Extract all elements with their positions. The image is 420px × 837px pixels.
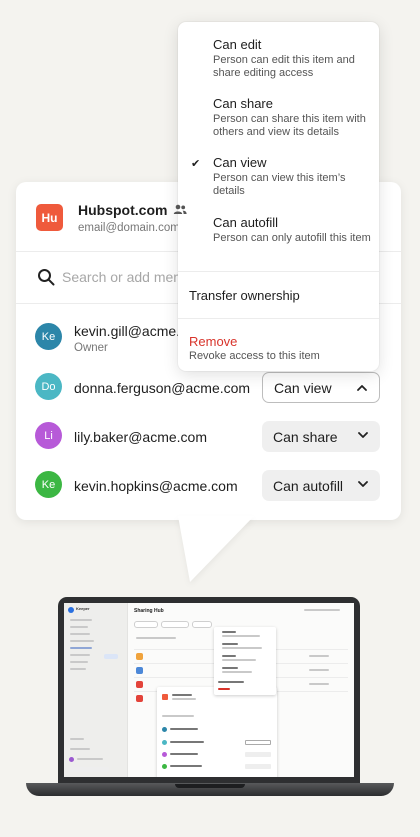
avatar: Ke [35,323,62,350]
app-brand: Keeper [76,606,90,611]
permission-menu: Can edit Person can edit this item and s… [178,22,379,371]
member-row: Ke kevin.hopkins@acme.com Can autofill [16,468,401,508]
option-description: Person can view this item’s details [213,172,346,197]
people-icon [173,204,187,214]
remove-description: Revoke access to this item [189,350,320,362]
member-email: kevin.hopkins@acme.com [74,478,238,494]
laptop-screen: Keeper Sharing Hub [64,603,354,777]
option-title: Can autofill [213,215,279,230]
option-title: Can view [213,155,267,170]
member-email: donna.ferguson@acme.com [74,380,251,396]
transfer-ownership-button[interactable]: Transfer ownership [189,288,300,303]
permission-dropdown[interactable]: Can view [262,372,380,403]
permission-label: Can autofill [273,477,344,494]
permission-label: Can view [274,379,332,396]
member-email: lily.baker@acme.com [74,429,207,445]
laptop-illustration: Keeper Sharing Hub [58,597,360,787]
callout-pointer [178,516,254,582]
permission-label: Can share [273,428,338,445]
search-icon [38,269,55,286]
avatar: Ke [35,471,62,498]
item-name: Hubspot.com [78,202,168,218]
chevron-down-icon [358,432,368,438]
checkmark-icon: ✔ [191,158,201,170]
member-row: Li lily.baker@acme.com Can share [16,419,401,459]
avatar: Li [35,422,62,449]
app-logo-icon [68,607,74,613]
mini-permission-menu [214,627,276,695]
remove-button[interactable]: Remove [189,334,237,349]
search-input[interactable] [62,265,182,289]
menu-divider [178,318,379,319]
mini-share-dialog [157,687,277,777]
chevron-up-icon [357,385,367,391]
avatar: Do [35,373,62,400]
option-description: Person can edit this item and share edit… [213,54,355,79]
option-description: Person can share this item with others a… [213,113,366,138]
member-role: Owner [74,342,108,354]
permission-dropdown[interactable]: Can autofill [262,470,380,501]
option-title: Can edit [213,37,262,52]
permission-dropdown[interactable]: Can share [262,421,380,452]
laptop-notch [175,784,245,788]
mini-page-heading: Sharing Hub [134,608,164,614]
item-logo: Hu [36,204,63,231]
option-title: Can share [213,96,273,111]
menu-divider [178,271,379,272]
chevron-down-icon [358,481,368,487]
mini-sidebar: Keeper [64,603,128,777]
member-row: Do donna.ferguson@acme.com Can view [16,370,401,410]
item-email: email@domain.com [78,222,180,234]
option-description: Person can only autofill this item [213,232,371,244]
